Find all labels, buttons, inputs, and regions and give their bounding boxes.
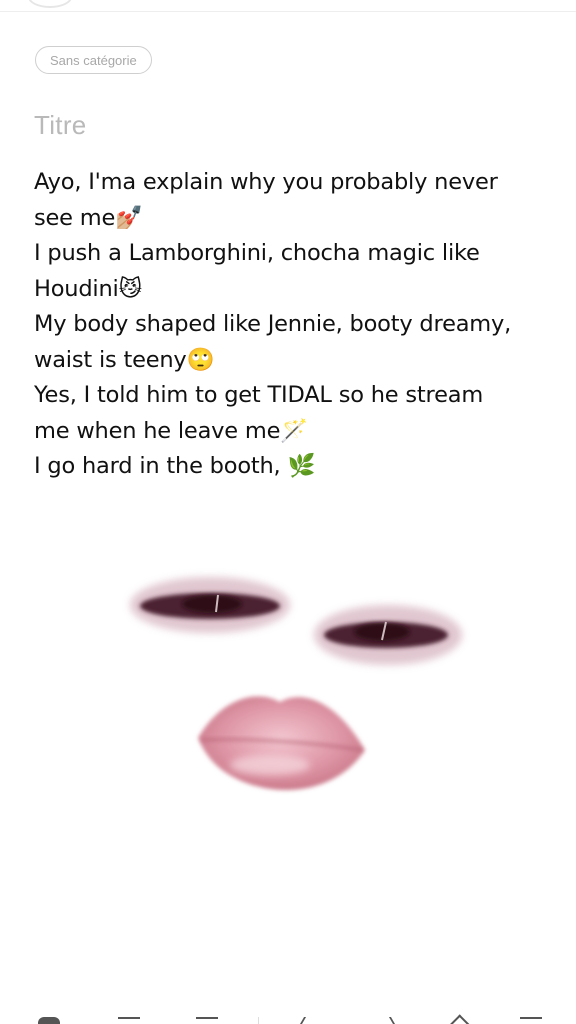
note-line: me when he leave me🪄 (34, 417, 309, 444)
toolbar-divider (258, 1017, 259, 1024)
category-chip[interactable]: Sans catégorie (35, 46, 152, 74)
checkbox-icon[interactable] (38, 1017, 60, 1024)
bullet-list-icon[interactable] (118, 1017, 140, 1024)
note-line: Ayo, I'ma explain why you probably never (34, 169, 498, 195)
back-button[interactable] (28, 0, 72, 8)
redo-icon[interactable] (388, 1017, 410, 1024)
more-menu-icon[interactable] (520, 1017, 542, 1024)
note-line: I go hard in the booth, 🌿 (34, 453, 316, 479)
top-bar (0, 0, 576, 12)
note-line: I push a Lamborghini, chocha magic like (34, 240, 480, 266)
numbered-list-icon[interactable] (196, 1017, 218, 1024)
left-eye (130, 577, 290, 633)
note-line: see me💅🏼 (34, 204, 143, 231)
bottom-toolbar (0, 1012, 576, 1024)
title-input[interactable]: Titre (34, 110, 87, 141)
face-art-image (130, 577, 462, 791)
note-editor-screen: Sans catégorie Titre Ayo, I'ma explain w… (0, 0, 576, 1024)
note-line: My body shaped like Jennie, booty dreamy… (34, 311, 512, 337)
note-line: Houdini😼 (34, 275, 142, 302)
right-eye (314, 605, 462, 665)
note-line: waist is teeny🙄 (34, 346, 215, 373)
undo-icon[interactable] (295, 1017, 317, 1024)
note-body-text[interactable]: Ayo, I'ma explain why you probably never… (34, 165, 534, 485)
note-line: Yes, I told him to get TIDAL so he strea… (34, 382, 484, 408)
lips (198, 696, 365, 791)
text-format-icon[interactable] (448, 1014, 470, 1024)
category-chip-label: Sans catégorie (50, 52, 137, 68)
